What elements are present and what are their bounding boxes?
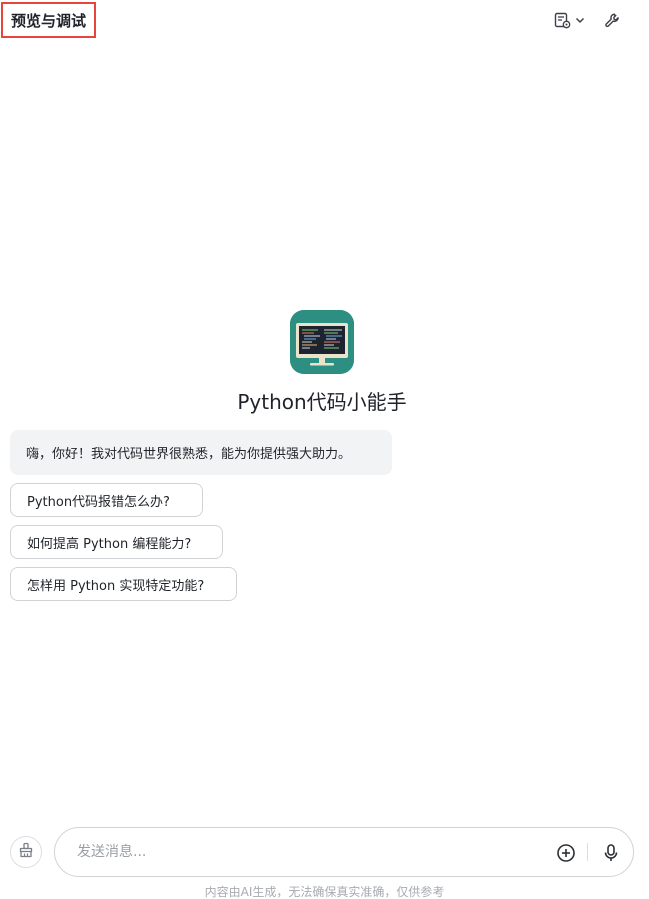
broom-icon [17,841,35,863]
suggested-question-2[interactable]: 如何提高 Python 编程能力? [10,525,223,559]
plus-circle-icon [555,844,577,868]
voice-input-button[interactable] [600,842,622,864]
suggested-question-1[interactable]: Python代码报错怎么办? [10,483,203,517]
wrench-icon [604,12,621,29]
bot-avatar [290,310,354,374]
add-attachment-button[interactable] [555,842,577,864]
ai-disclaimer: 内容由AI生成，无法确保真实准确，仅供参考 [204,885,445,899]
composer-divider [587,843,588,861]
chevron-down-icon [575,15,585,25]
title-highlight-box: 预览与调试 [1,2,96,38]
message-input[interactable] [77,840,517,864]
bot-name: Python代码小能手 [237,390,407,414]
page-title: 预览与调试 [10,11,86,30]
microphone-icon [600,844,622,868]
code-monitor-icon [290,310,354,374]
tools-button[interactable] [604,9,621,31]
message-composer [54,827,634,877]
header: 预览与调试 [0,0,649,44]
suggested-question-3[interactable]: 怎样用 Python 实现特定功能? [10,567,237,601]
clear-context-button[interactable] [10,836,42,868]
layout-menu-button[interactable] [554,9,585,31]
greeting-message: 嗨，你好！我对代码世界很熟悉，能为你提供强大助力。 [10,430,392,475]
document-settings-icon [554,12,571,29]
